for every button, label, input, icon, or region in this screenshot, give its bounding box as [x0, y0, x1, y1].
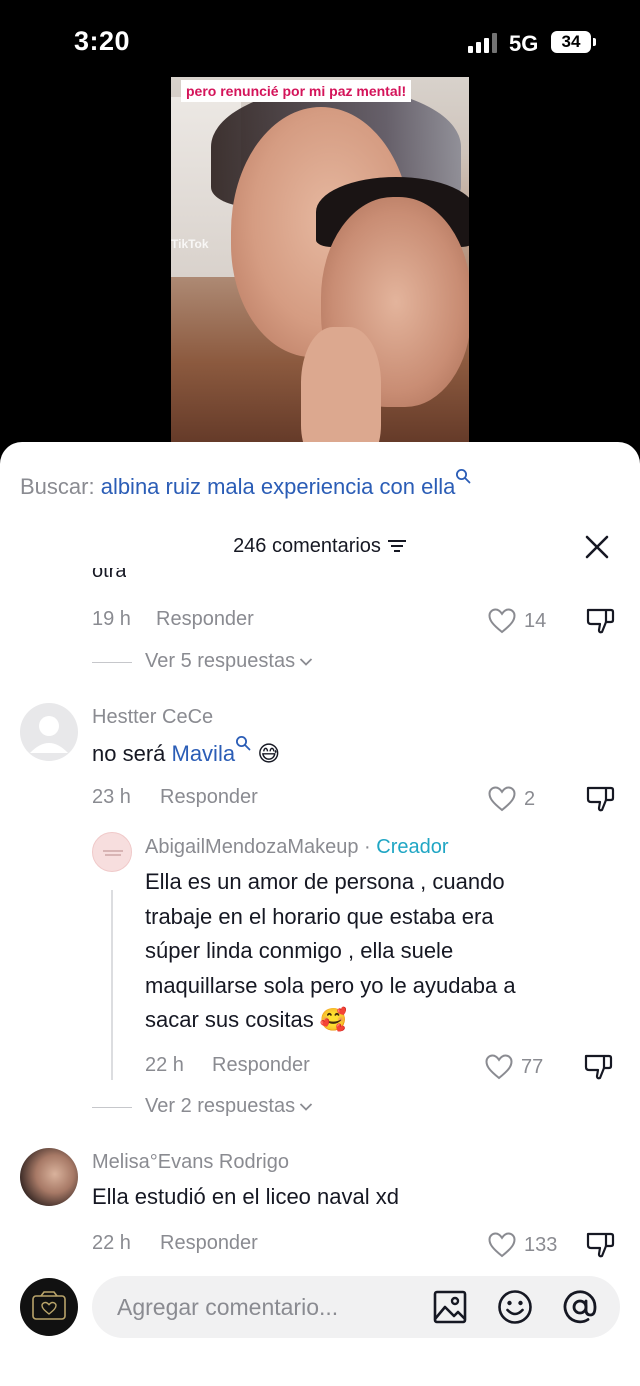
signal-icon [468, 33, 498, 53]
reply-button[interactable]: Responder [212, 1054, 310, 1077]
view-replies-button[interactable]: Ver 5 respuestas [145, 650, 313, 673]
comment-time: 19 h [92, 608, 131, 630]
username[interactable]: Melisa°Evans Rodrigo [92, 1151, 289, 1174]
reply-header: AbigailMendozaMakeup · Creador [145, 836, 449, 859]
creator-badge: Creador [376, 836, 449, 858]
video-figure [301, 327, 381, 457]
comment-text-partial: otra [92, 568, 127, 582]
video-player[interactable]: pero renuncié por mi paz mental! TikTok [171, 77, 469, 457]
comment-count: 246 comentarios [233, 535, 381, 557]
video-caption-banner: pero renuncié por mi paz mental! [181, 80, 412, 102]
like-count: 77 [521, 1055, 544, 1078]
reply-text-line: maquillarse sola pero yo le ayudaba a [145, 972, 516, 998]
username[interactable]: AbigailMendozaMakeup [145, 836, 358, 858]
avatar[interactable] [20, 1148, 78, 1206]
comment-time: 22 h [92, 1232, 131, 1254]
separator: · [358, 836, 377, 858]
reply-button[interactable]: Responder [160, 786, 258, 809]
reply-button[interactable]: Responder [156, 608, 254, 631]
search-prefix: Buscar: [20, 474, 101, 499]
status-bar: 3:20 5G 34 [0, 0, 640, 80]
brand-logo-icon [103, 850, 123, 856]
emoji: 😅 [257, 741, 281, 766]
dislike-icon[interactable] [585, 784, 615, 814]
heart-icon [488, 1232, 516, 1258]
like-count: 133 [524, 1233, 558, 1256]
chevron-down-icon [299, 1102, 313, 1111]
search-mention-link[interactable]: Mavila [172, 741, 236, 766]
like-count: 14 [524, 609, 547, 632]
comment-text-body: no será [92, 741, 172, 766]
network-type: 5G [509, 31, 539, 56]
chevron-down-icon [299, 657, 313, 666]
camera-logo-icon [32, 1291, 66, 1320]
heart-icon [485, 1054, 513, 1080]
heart-icon [488, 608, 516, 634]
like-count: 2 [524, 787, 536, 810]
reply-text-line: súper linda conmigo , ella suele [145, 938, 454, 963]
like-button[interactable]: 77 [485, 1054, 543, 1080]
emoji: 🥰 [319, 1007, 348, 1032]
like-button[interactable]: 14 [488, 608, 546, 634]
comments-header: 246 comentarios [0, 530, 640, 570]
tiktok-watermark: TikTok [171, 237, 209, 251]
comment-text: no será Mavila 😅 [92, 735, 280, 772]
comment-time: 23 h [92, 786, 131, 808]
like-button[interactable]: 2 [488, 786, 535, 812]
reply-text-line: Ella es un amor de persona , cuando [145, 869, 505, 894]
reply-text-line: sacar sus cositas [145, 1007, 314, 1032]
battery-icon: 34 [551, 31, 591, 53]
search-icon [456, 469, 471, 484]
search-query-link[interactable]: albina ruiz mala experiencia con ella [101, 474, 456, 499]
mention-icon[interactable] [562, 1289, 598, 1325]
comment-input[interactable]: Agregar comentario... [92, 1276, 620, 1338]
username[interactable]: Hestter CeCe [92, 706, 213, 729]
dislike-icon[interactable] [585, 1230, 615, 1260]
view-replies-label: Ver 5 respuestas [145, 650, 296, 672]
image-icon[interactable] [432, 1289, 468, 1325]
battery-tip [593, 38, 596, 46]
filter-icon[interactable] [387, 538, 407, 554]
thread-line [111, 890, 113, 1080]
my-avatar[interactable] [20, 1278, 78, 1336]
like-button[interactable]: 133 [488, 1232, 557, 1258]
reply-button[interactable]: Responder [160, 1232, 258, 1255]
heart-icon [488, 786, 516, 812]
view-replies-button[interactable]: Ver 2 respuestas [145, 1095, 313, 1118]
dislike-icon[interactable] [585, 606, 615, 636]
reply-text: Ella es un amor de persona , cuando trab… [145, 865, 516, 1038]
comment-composer: Agregar comentario... [0, 1272, 640, 1386]
comment-time: 22 h [145, 1054, 184, 1076]
avatar[interactable] [20, 703, 78, 761]
avatar[interactable] [92, 832, 132, 872]
comments-sheet: Buscar: albina ruiz mala experiencia con… [0, 442, 640, 1386]
divider [92, 662, 132, 663]
comment-text: Ella estudió en el liceo naval xd [92, 1184, 399, 1209]
dislike-icon[interactable] [583, 1052, 613, 1082]
status-time: 3:20 [74, 26, 131, 56]
search-icon [236, 736, 251, 751]
view-replies-label: Ver 2 respuestas [145, 1095, 296, 1117]
emoji-icon[interactable] [497, 1289, 533, 1325]
close-icon[interactable] [584, 534, 610, 560]
reply-text-line: trabaje en el horario que estaba era [145, 903, 494, 929]
divider [92, 1107, 132, 1108]
search-suggestion[interactable]: Buscar: albina ruiz mala experiencia con… [20, 468, 471, 500]
comment-input-placeholder: Agregar comentario... [117, 1294, 339, 1320]
default-avatar-icon [30, 716, 68, 753]
